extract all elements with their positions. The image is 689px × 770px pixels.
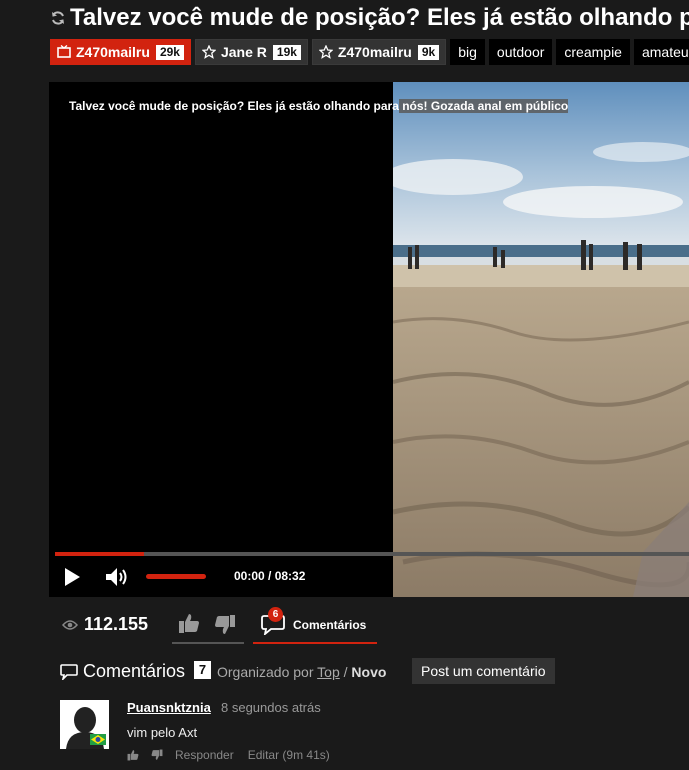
comment-actions: Responder Editar (9m 41s) bbox=[127, 748, 344, 762]
uploader-tag[interactable]: Z470mailru 9k bbox=[311, 39, 447, 65]
edit-link[interactable]: Editar (9m 41s) bbox=[248, 748, 330, 762]
category-tag[interactable]: big bbox=[450, 39, 485, 65]
channel-tag[interactable]: Z470mailru 29k bbox=[50, 39, 191, 65]
comments-heading-text: Comentários bbox=[83, 661, 186, 681]
pornstar-tag[interactable]: Jane R 19k bbox=[194, 39, 308, 65]
comments-count-badge: 6 bbox=[268, 607, 283, 622]
category-tag[interactable]: outdoor bbox=[488, 39, 553, 65]
comment-text: vim pelo Axt bbox=[127, 725, 198, 740]
rating-buttons bbox=[172, 610, 244, 644]
sort-separator: / bbox=[339, 664, 352, 680]
post-comment-button[interactable]: Post um comentário bbox=[412, 658, 555, 684]
channel-tag-count: 29k bbox=[155, 44, 184, 60]
reply-link[interactable]: Responder bbox=[175, 748, 234, 762]
video-overlay-title-part1: Talvez você mude de posição? Eles já est… bbox=[69, 99, 399, 113]
avatar[interactable] bbox=[60, 700, 109, 749]
comments-total-count: 7 bbox=[194, 661, 211, 679]
thumbs-down-icon[interactable] bbox=[214, 614, 236, 636]
comment-item: Puansnktznia 8 segundos atrás vim pelo A… bbox=[60, 700, 689, 770]
comments-heading: Comentários bbox=[60, 661, 185, 682]
pornstar-tag-count: 19k bbox=[272, 44, 301, 60]
comments-header: Comentários 7 Organizado por Top / Novo … bbox=[60, 658, 689, 686]
video-title: Talvez você mude de posição? Eles já est… bbox=[50, 3, 689, 33]
sort-top-link[interactable]: Top bbox=[317, 664, 340, 680]
tab-comments-label: Comentários bbox=[293, 618, 367, 632]
star-icon bbox=[201, 45, 216, 59]
comment-time: 8 segundos atrás bbox=[221, 700, 321, 715]
video-overlay-title: Talvez você mude de posição? Eles já est… bbox=[63, 94, 574, 118]
views-count: 112.155 bbox=[62, 614, 148, 635]
tv-icon bbox=[57, 45, 71, 58]
tab-comments[interactable]: 6 Comentários bbox=[253, 607, 377, 644]
thumbs-down-icon[interactable] bbox=[151, 749, 163, 761]
eye-icon bbox=[62, 619, 78, 630]
refresh-icon[interactable] bbox=[50, 10, 66, 26]
views-value: 112.155 bbox=[84, 614, 149, 634]
video-overlay-title-part2: nós! Gozada anal em público bbox=[398, 99, 569, 113]
video-stats-bar: 112.155 6 Comentários bbox=[62, 607, 689, 650]
volume-icon[interactable] bbox=[105, 567, 131, 587]
thumbs-up-icon[interactable] bbox=[178, 612, 200, 634]
comment-author[interactable]: Puansnktznia bbox=[127, 700, 211, 715]
pornstar-tag-label: Jane R bbox=[220, 44, 267, 60]
sort-new-link[interactable]: Novo bbox=[351, 664, 386, 680]
progress-bar[interactable] bbox=[55, 552, 689, 556]
progress-buffered bbox=[55, 552, 144, 556]
brazil-flag-icon bbox=[90, 734, 106, 745]
volume-slider[interactable] bbox=[146, 574, 206, 579]
sort-label: Organizado por bbox=[217, 664, 314, 680]
comment-bubble-icon bbox=[60, 663, 78, 680]
play-icon[interactable] bbox=[62, 567, 82, 587]
uploader-tag-count: 9k bbox=[417, 44, 440, 60]
category-tag[interactable]: creampie bbox=[556, 39, 630, 65]
video-frame[interactable] bbox=[393, 82, 689, 597]
uploader-tag-label: Z470mailru bbox=[337, 44, 412, 60]
star-icon bbox=[318, 45, 333, 59]
comments-sort: Organizado por Top / Novo bbox=[217, 664, 386, 680]
thumbs-up-icon[interactable] bbox=[127, 749, 139, 761]
video-player[interactable]: Talvez você mude de posição? Eles já est… bbox=[49, 82, 689, 597]
category-tag[interactable]: amateur bbox=[633, 39, 689, 65]
video-title-text: Talvez você mude de posição? Eles já est… bbox=[70, 4, 689, 31]
channel-tag-label: Z470mailru bbox=[76, 44, 150, 60]
tag-list: Z470mailru 29k Jane R 19k Z470mailru 9k … bbox=[50, 39, 689, 67]
timecode: 00:00 / 08:32 bbox=[234, 569, 306, 583]
